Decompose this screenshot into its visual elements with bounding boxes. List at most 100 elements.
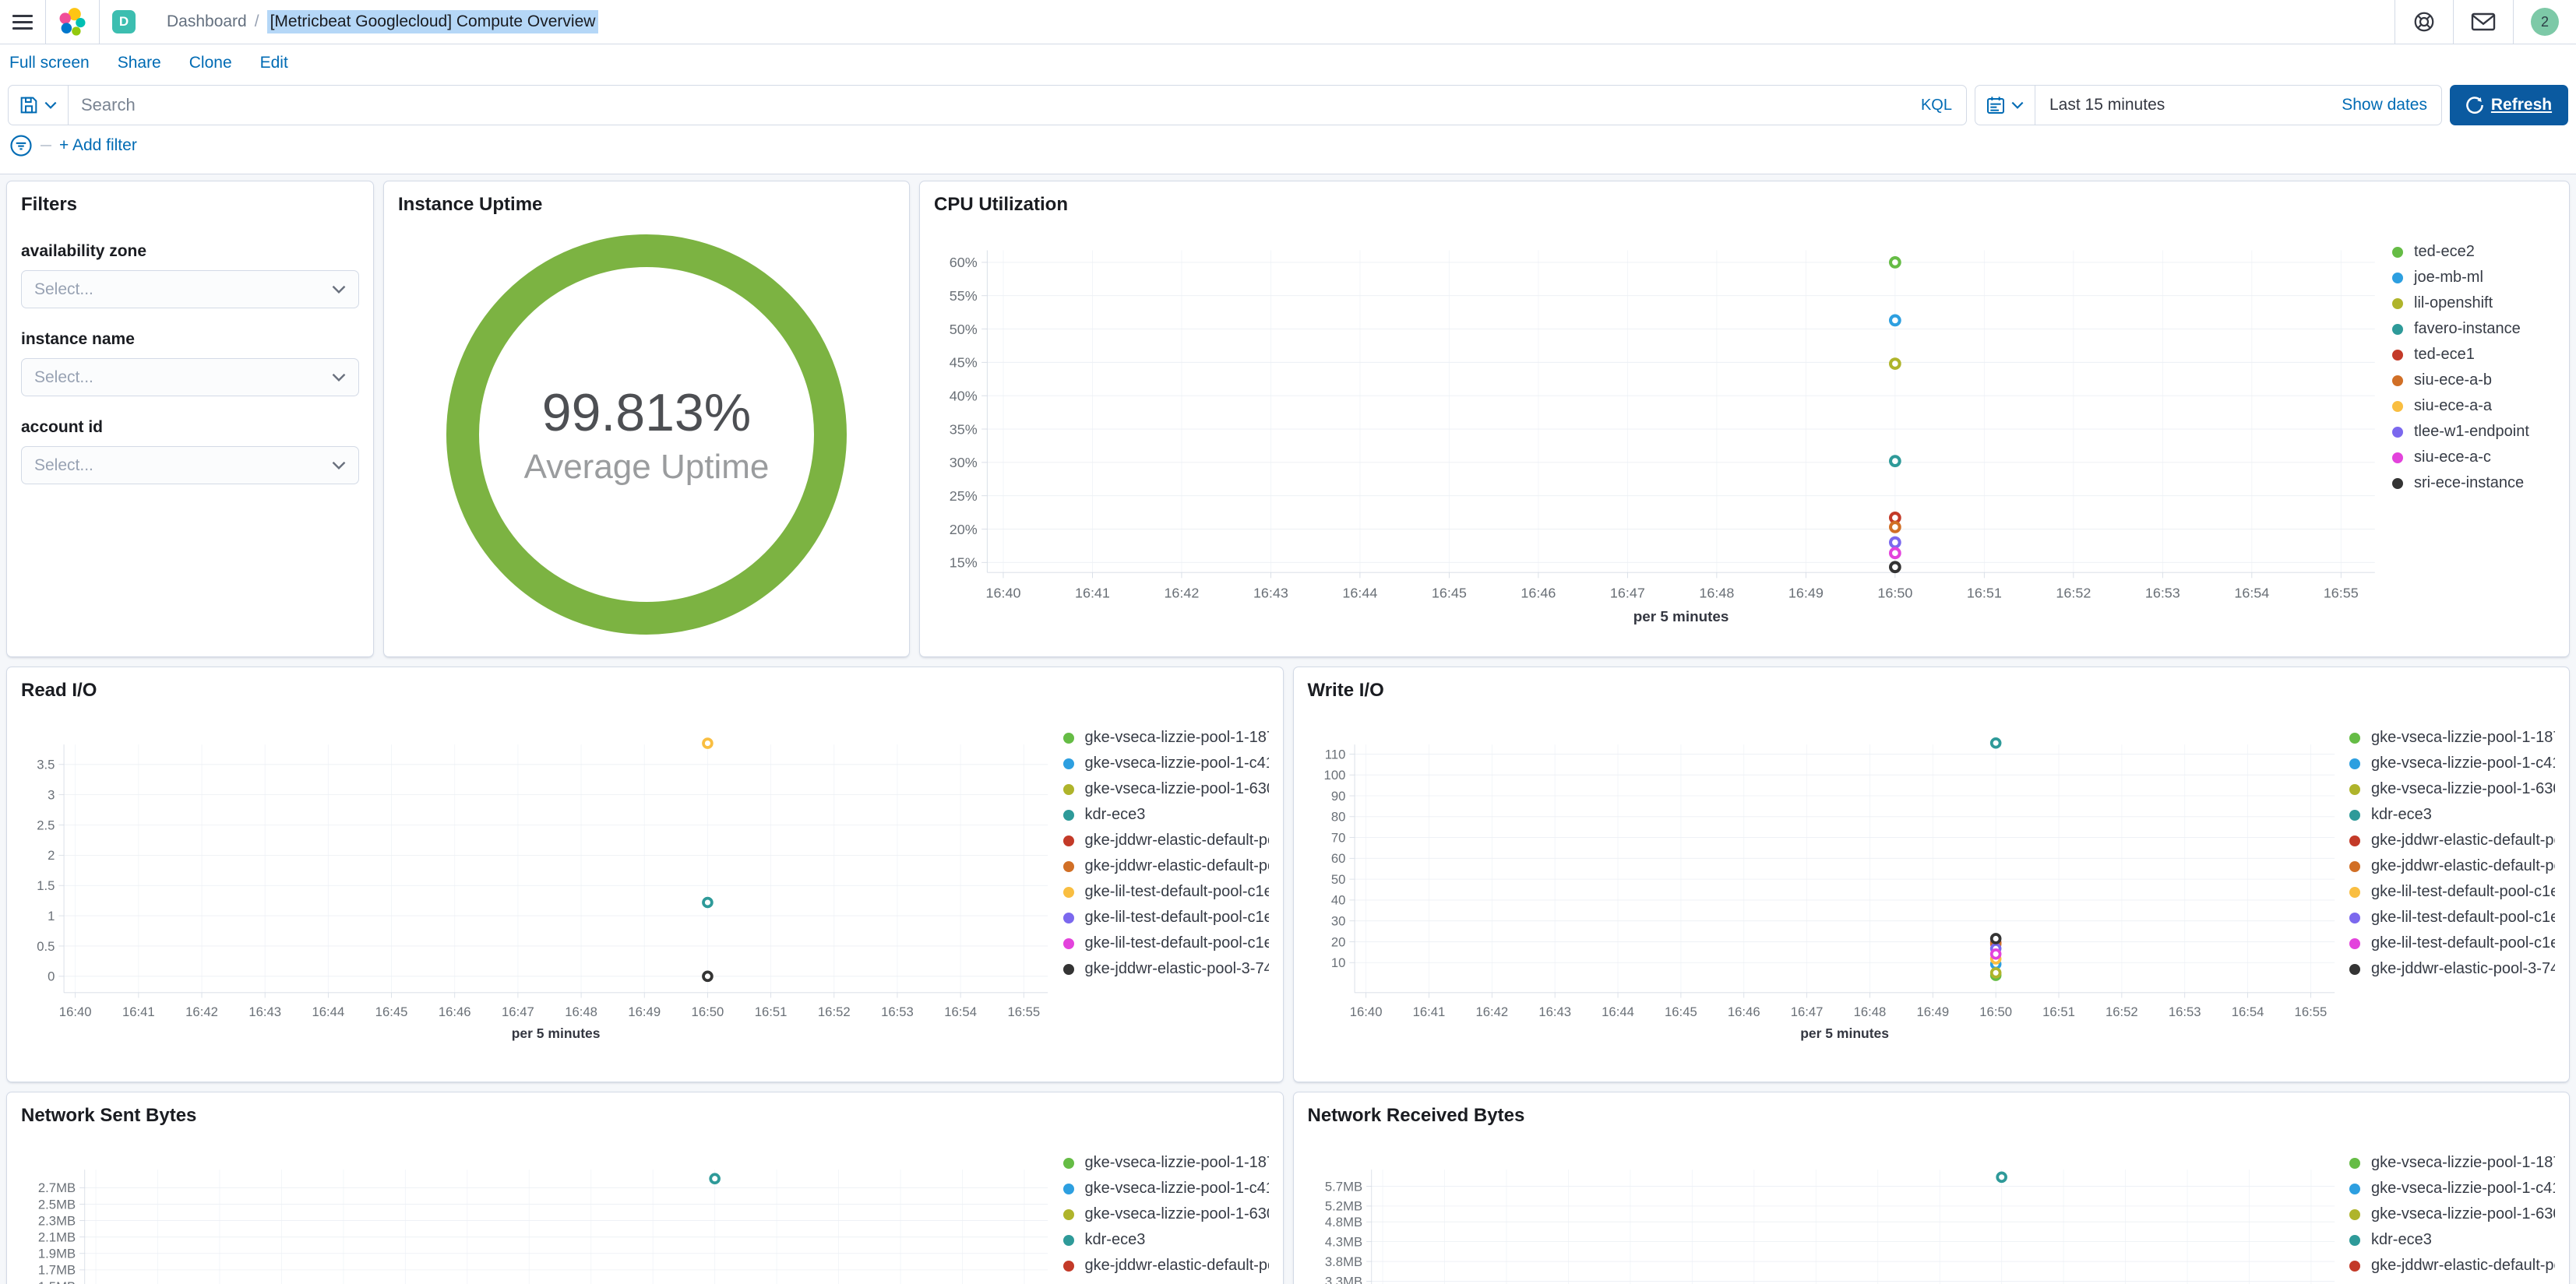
legend-item[interactable]: siu-ece-a-c [2392, 445, 2555, 470]
legend-label: gke-lil-test-default-pool-c1e... [1084, 883, 1269, 900]
dashboard-title[interactable]: [Metricbeat Googlecloud] Compute Overvie… [266, 10, 599, 33]
legend-item[interactable]: gke-vseca-lizzie-pool-1-630... [1062, 1201, 1269, 1227]
svg-text:1.9MB: 1.9MB [38, 1247, 76, 1261]
legend-dot-icon [1062, 758, 1074, 769]
help-button[interactable] [2395, 0, 2453, 44]
legend-item[interactable]: gke-vseca-lizzie-pool-1-1877... [2349, 725, 2555, 751]
legend-label: gke-vseca-lizzie-pool-1-1877... [2371, 729, 2555, 746]
filter-select-0[interactable]: Select... [21, 270, 359, 308]
write-io-chart-canvas: 110 100 90 80 70 60 50 40 30 20 10 16:40 16:41 16:42 1… [1323, 737, 2335, 1041]
legend-item[interactable]: gke-vseca-lizzie-pool-1-c417... [1062, 1176, 1269, 1201]
legend-item[interactable]: gke-vseca-lizzie-pool-1-1877... [1062, 725, 1269, 751]
legend-label: gke-vseca-lizzie-pool-1-c417... [2371, 1180, 2555, 1197]
legend-label: gke-vseca-lizzie-pool-1-630... [1084, 780, 1269, 797]
legend-item[interactable]: kdr-ece3 [2349, 802, 2555, 828]
elastic-home-button[interactable] [46, 0, 99, 44]
legend-item[interactable]: gke-vseca-lizzie-pool-1-1877... [1062, 1150, 1269, 1176]
svg-text:16:54: 16:54 [944, 1004, 977, 1019]
legend-item[interactable]: gke-jddwr-elastic-default-po... [1062, 1253, 1269, 1279]
legend-label: sri-ece-instance [2414, 474, 2525, 491]
saved-query-button[interactable] [9, 86, 69, 125]
legend-item[interactable]: gke-jddwr-elastic-default-po... [2349, 1253, 2555, 1279]
legend-item[interactable]: gke-lil-test-default-pool-c1e... [1062, 930, 1269, 956]
legend-item[interactable]: gke-jddwr-elastic-pool-3-74... [2349, 956, 2555, 982]
action-full-screen[interactable]: Full screen [9, 54, 90, 72]
legend-item[interactable]: gke-jddwr-elastic-default-po... [1062, 828, 1269, 853]
space-badge: D [112, 10, 136, 33]
time-range-value[interactable]: Last 15 minutes [2035, 96, 2179, 114]
legend-item[interactable]: gke-jddwr-elastic-pool-3-74... [1062, 956, 1269, 982]
filter-field-account-id: account id Select... [21, 418, 359, 484]
svg-text:16:42: 16:42 [1164, 586, 1199, 601]
action-clone[interactable]: Clone [189, 54, 232, 72]
legend-item[interactable]: sri-ece-instance [2392, 470, 2555, 496]
legend-item[interactable]: gke-vseca-lizzie-pool-1-c417... [1062, 751, 1269, 776]
legend-label: gke-jddwr-elastic-pool-3-74... [1084, 960, 1269, 977]
panel-title: Network Sent Bytes [21, 1105, 197, 1126]
legend-item[interactable]: gke-vseca-lizzie-pool-1-c417... [2349, 751, 2555, 776]
legend-label: tlee-w1-endpoint [2414, 423, 2529, 440]
legend-item[interactable]: favero-instance [2392, 316, 2555, 342]
legend-item[interactable]: kdr-ece3 [1062, 802, 1269, 828]
legend-item[interactable]: siu-ece-a-a [2392, 393, 2555, 419]
legend-label: kdr-ece3 [1084, 1231, 1146, 1248]
newsfeed-button[interactable] [2454, 0, 2513, 44]
hamburger-icon [12, 14, 33, 30]
legend-item[interactable]: lil-openshift [2392, 290, 2555, 316]
query-input-box: KQL [8, 85, 1967, 125]
dashboard-header: Full screen Share Clone Edit KQL [0, 44, 2576, 174]
legend-item[interactable]: tlee-w1-endpoint [2392, 419, 2555, 445]
legend-item[interactable]: gke-lil-test-default-pool-c1e... [1062, 879, 1269, 905]
legend-item[interactable]: gke-lil-test-default-pool-c1e... [2349, 930, 2555, 956]
search-input[interactable] [69, 95, 1907, 115]
action-edit[interactable]: Edit [260, 54, 288, 72]
refresh-button[interactable]: Refresh [2450, 85, 2568, 125]
space-selector[interactable]: D [100, 0, 148, 44]
legend-item[interactable]: gke-jddwr-elastic-default-po... [2349, 1279, 2555, 1284]
legend-item[interactable]: gke-lil-test-default-pool-c1e... [2349, 879, 2555, 905]
topbar-right: 2 [2395, 0, 2576, 44]
network-sent-panel: Network Sent Bytes 2.7MB 2.5MB 2.3MB 2.1MB 1… [6, 1092, 1284, 1284]
add-filter-button[interactable]: + Add filter [59, 136, 137, 155]
legend-item[interactable]: gke-lil-test-default-pool-c1e... [2349, 905, 2555, 930]
legend-item[interactable]: gke-vseca-lizzie-pool-1-630... [2349, 776, 2555, 802]
legend-item[interactable]: kdr-ece3 [2349, 1227, 2555, 1253]
legend-item[interactable]: ted-ece1 [2392, 342, 2555, 368]
svg-text:16:40: 16:40 [985, 586, 1020, 601]
filter-bar: + Add filter [0, 125, 2576, 166]
legend-item[interactable]: ted-ece2 [2392, 239, 2555, 265]
svg-text:per 5 minutes: per 5 minutes [512, 1025, 601, 1041]
legend-item[interactable]: joe-mb-ml [2392, 265, 2555, 290]
svg-text:1: 1 [48, 909, 55, 923]
user-menu-button[interactable]: 2 [2514, 0, 2576, 44]
breadcrumb-dashboard[interactable]: Dashboard [167, 12, 247, 31]
svg-text:16:54: 16:54 [2234, 586, 2269, 601]
menu-button[interactable] [0, 0, 45, 44]
legend-label: gke-vseca-lizzie-pool-1-630... [2371, 1205, 2555, 1222]
cpu-utilization-panel: CPU Utilization 60% 55% 50% 45% 40% 35% 30% 25%… [919, 181, 2570, 657]
date-quick-select-button[interactable] [1975, 86, 2035, 125]
filter-field-label: availability zone [21, 242, 147, 260]
legend-item[interactable]: kdr-ece3 [1062, 1227, 1269, 1253]
legend-label: ted-ece2 [2414, 243, 2475, 260]
legend-item[interactable]: gke-vseca-lizzie-pool-1-630... [1062, 776, 1269, 802]
legend-dot-icon [2349, 783, 2360, 795]
filter-select-1[interactable]: Select... [21, 358, 359, 396]
legend-dot-icon [1062, 1260, 1074, 1272]
show-dates-button[interactable]: Show dates [2328, 96, 2441, 114]
legend-item[interactable]: siu-ece-a-b [2392, 368, 2555, 393]
legend-item[interactable]: gke-vseca-lizzie-pool-1-c417... [2349, 1176, 2555, 1201]
query-language-button[interactable]: KQL [1907, 97, 1966, 114]
legend-item[interactable]: gke-vseca-lizzie-pool-1-630... [2349, 1201, 2555, 1227]
mail-icon [2471, 12, 2496, 31]
legend-dot-icon [1062, 1183, 1074, 1194]
legend-item[interactable]: gke-vseca-lizzie-pool-1-1877... [2349, 1150, 2555, 1176]
legend-item[interactable]: gke-jddwr-elastic-default-po... [1063, 1279, 1269, 1284]
filter-select-2[interactable]: Select... [21, 446, 359, 484]
legend-item[interactable]: gke-jddwr-elastic-default-po... [2349, 828, 2555, 853]
filter-options-icon[interactable] [9, 134, 33, 157]
legend-item[interactable]: gke-jddwr-elastic-default-po... [2349, 853, 2555, 879]
legend-item[interactable]: gke-lil-test-default-pool-c1e... [1062, 905, 1269, 930]
action-share[interactable]: Share [118, 54, 161, 72]
legend-item[interactable]: gke-jddwr-elastic-default-po... [1062, 853, 1269, 879]
